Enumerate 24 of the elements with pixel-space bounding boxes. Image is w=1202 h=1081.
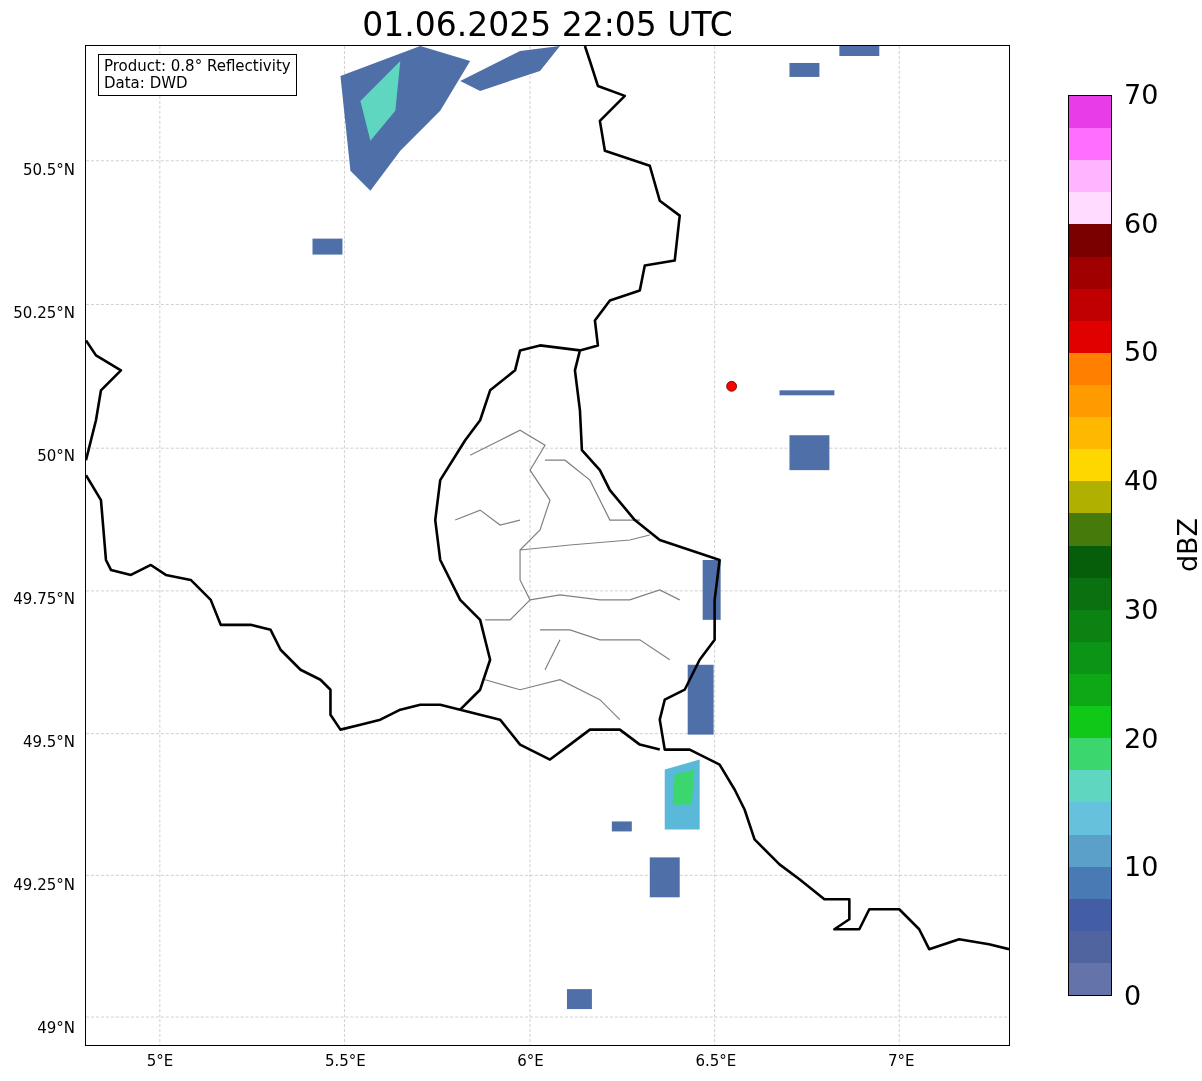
- colorbar-tick-label: 70: [1124, 80, 1159, 110]
- axis-tick-label: 6°E: [517, 1052, 544, 1070]
- info-text: Product: 0.8° Reflectivity: [104, 58, 291, 75]
- colorbar-tick-label: 30: [1124, 594, 1159, 625]
- axis-tick-label: 49.5°N: [22, 733, 75, 751]
- chart-title: 01.06.2025 22:05 UTC: [361, 4, 734, 45]
- axis-tick-label: 49.75°N: [13, 590, 75, 608]
- info-text: Data: DWD: [104, 75, 189, 92]
- colorbar-tick-label: 60: [1124, 208, 1159, 239]
- axis-tick-label: 5.5°E: [324, 1052, 366, 1070]
- colorbar-tick-label: 50: [1124, 337, 1159, 368]
- axis-tick-label: 49.25°N: [13, 876, 75, 894]
- axis-tick-label: 49°N: [37, 1019, 75, 1037]
- colorbar-tick-label: 0: [1124, 981, 1142, 1011]
- axis-tick-label: 6.5°E: [695, 1052, 737, 1070]
- colorbar-tick-label: 40: [1124, 466, 1159, 497]
- colorbar-label: dBZ: [1171, 517, 1202, 573]
- axis-tick-label: 50.5°N: [22, 161, 75, 179]
- colorbar-tick-label: 10: [1124, 852, 1159, 883]
- axis-tick-label: 5°E: [146, 1052, 174, 1070]
- axis-tick-label: 7°E: [887, 1052, 915, 1070]
- axis-tick-label: 50°N: [37, 447, 75, 465]
- axis-tick-label: 50.25°N: [13, 304, 75, 322]
- colorbar-tick-label: 20: [1124, 723, 1159, 754]
